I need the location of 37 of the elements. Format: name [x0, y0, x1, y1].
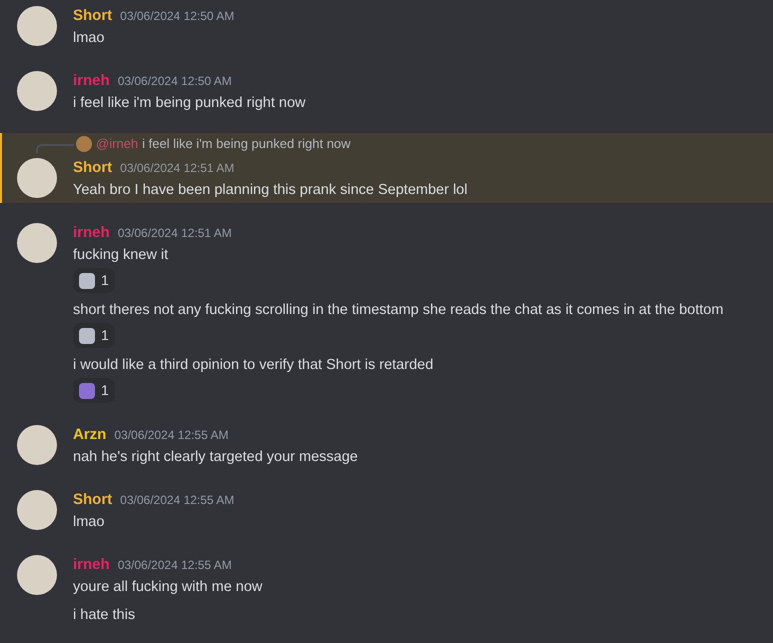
- username[interactable]: Short: [73, 4, 112, 28]
- emoji-icon: [79, 382, 95, 398]
- user-avatar[interactable]: [17, 425, 57, 465]
- timestamp: 03/06/2024 12:51 AM: [118, 225, 232, 242]
- username[interactable]: Arzn: [73, 424, 106, 446]
- reaction[interactable]: 1: [73, 323, 115, 348]
- username[interactable]: Short: [73, 488, 112, 512]
- timestamp: 03/06/2024 12:51 AM: [120, 160, 234, 177]
- reaction[interactable]: 1: [73, 378, 115, 403]
- reaction[interactable]: 1: [73, 268, 115, 293]
- reply-connector: [36, 144, 74, 153]
- timestamp: 03/06/2024 12:55 AM: [114, 427, 228, 444]
- user-avatar[interactable]: [17, 71, 57, 111]
- message-text: lmao: [73, 29, 106, 48]
- emoji-icon: [79, 272, 95, 288]
- emoji-icon: [79, 328, 95, 344]
- message-text: i hate this: [73, 606, 136, 625]
- message-text: i would like a third opinion to verify that Short is retarded: [73, 356, 434, 375]
- message-text: nah he's right clearly targeted your message: [73, 448, 358, 467]
- user-avatar[interactable]: [17, 158, 57, 198]
- username[interactable]: Short: [73, 156, 112, 180]
- message-text: fucking knew it: [73, 246, 170, 265]
- message-text: lmao: [73, 513, 106, 532]
- user-avatar[interactable]: [17, 6, 57, 46]
- timestamp: 03/06/2024 12:55 AM: [118, 557, 232, 574]
- message-text: short theres not any fucking scrolling in the timestamp she reads the chat as it comes in at the bottom: [73, 301, 724, 320]
- user-avatar[interactable]: [17, 490, 57, 530]
- timestamp: 03/06/2024 12:50 AM: [120, 8, 234, 25]
- reply-avatar: [76, 136, 92, 152]
- message-text: youre all fucking with me now: [73, 578, 262, 597]
- reply-preview[interactable]: i feel like i'm being punked right now: [142, 134, 351, 154]
- user-avatar[interactable]: [17, 223, 57, 263]
- timestamp: 03/06/2024 12:55 AM: [120, 492, 234, 509]
- timestamp: 03/06/2024 12:50 AM: [118, 73, 232, 90]
- user-avatar[interactable]: [17, 555, 57, 595]
- message-text: Yeah bro I have been planning this prank since September lol: [73, 181, 468, 200]
- message-text: i feel like i'm being punked right now: [73, 94, 306, 113]
